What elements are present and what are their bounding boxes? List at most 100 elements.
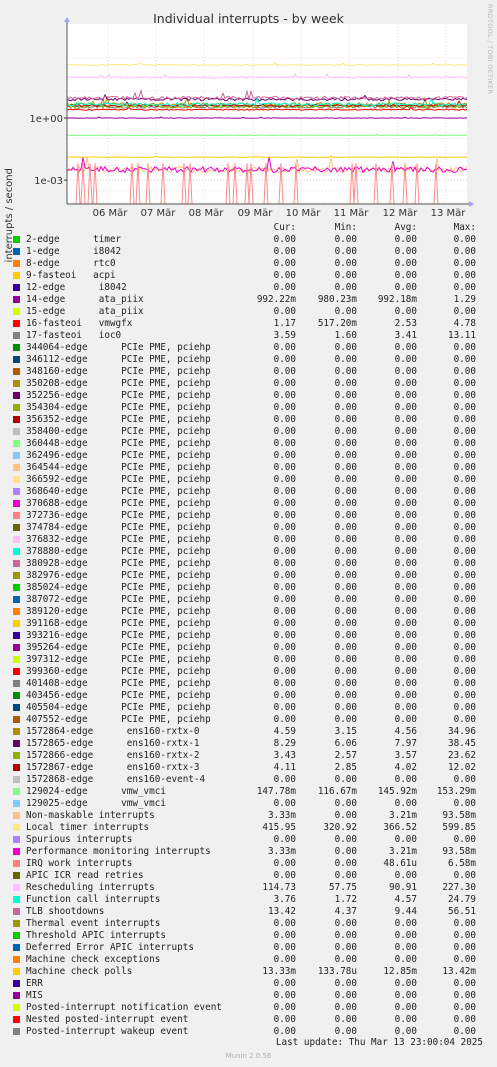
- legend-value-max: 56.51: [448, 906, 476, 917]
- legend-row: 393216-edge PCIe PME, pciehp 0.00 0.00 0.00…: [0, 630, 497, 642]
- legend-swatch: [13, 692, 20, 699]
- legend-value-max: 0.00: [453, 438, 476, 449]
- legend-value-cur: 0.00: [273, 282, 296, 293]
- legend-value-max: 0.00: [453, 774, 476, 785]
- legend-series-name: Machine check exceptions: [26, 954, 161, 965]
- legend-series-name: 364544-edge PCIe PME, pciehp: [26, 462, 211, 473]
- legend-series-name: 9-fasteoi acpi: [26, 270, 116, 281]
- legend-series-name: IRQ work interrupts: [26, 858, 133, 869]
- legend-series-name: 350208-edge PCIe PME, pciehp: [26, 378, 211, 389]
- legend-series-name: 380928-edge PCIe PME, pciehp: [26, 558, 211, 569]
- legend-value-cur: 415.95: [262, 822, 296, 833]
- legend-value-max: 0.00: [453, 630, 476, 641]
- legend-series-name: 391168-edge PCIe PME, pciehp: [26, 618, 211, 629]
- legend-value-cur: 4.11: [273, 762, 296, 773]
- legend-value-cur: 0.00: [273, 870, 296, 881]
- legend-series-name: 129025-edge vmw_vmci: [26, 798, 166, 809]
- legend-value-cur: 0.00: [273, 234, 296, 245]
- legend-value-max: 227.30: [442, 882, 476, 893]
- y-tick-label: 1e+00: [29, 114, 63, 125]
- legend-row: 17-fasteoi ioc0 3.59 1.60 3.41 13.11: [0, 330, 497, 342]
- legend-value-cur: 0.00: [273, 918, 296, 929]
- legend-swatch: [13, 740, 20, 747]
- legend-swatch: [13, 416, 20, 423]
- legend-series-name: MIS: [26, 990, 43, 1001]
- legend-swatch: [13, 332, 20, 339]
- legend-value-max: 153.29m: [436, 786, 476, 797]
- legend-series-name: Performance monitoring interrupts: [26, 846, 211, 857]
- legend-row: Posted-interrupt notification event 0.00 0…: [0, 1002, 497, 1014]
- legend-swatch: [13, 512, 20, 519]
- legend-swatch: [13, 704, 20, 711]
- legend-series-name: APIC ICR read retries: [26, 870, 144, 881]
- x-tick-label: 08 Mär: [189, 208, 225, 219]
- legend-row: 374784-edge PCIe PME, pciehp 0.00 0.00 0.00…: [0, 522, 497, 534]
- legend-series-name: 403456-edge PCIe PME, pciehp: [26, 690, 211, 701]
- legend-value-cur: 0.00: [273, 690, 296, 701]
- legend-value-max: 0.00: [453, 390, 476, 401]
- legend-value-cur: 0.00: [273, 702, 296, 713]
- legend-series-name: 401408-edge PCIe PME, pciehp: [26, 678, 211, 689]
- legend-swatch: [13, 356, 20, 363]
- legend-value-max: 0.00: [453, 270, 476, 281]
- legend-row: Function call interrupts 3.76 1.72 4.57 24.7…: [0, 894, 497, 906]
- legend-value-max: 0.00: [453, 258, 476, 269]
- legend-series-name: 1-edge i8042: [26, 246, 122, 257]
- legend-value-max: 0.00: [453, 378, 476, 389]
- legend-series-name: Local timer interrupts: [26, 822, 150, 833]
- legend-value-max: 0.00: [453, 426, 476, 437]
- legend-value-max: 0.00: [453, 978, 476, 989]
- legend-swatch: [13, 440, 20, 447]
- legend-swatch: [13, 260, 20, 267]
- x-tick-label: 13 Mär: [431, 208, 467, 219]
- legend-value-max: 0.00: [453, 402, 476, 413]
- legend-value-cur: 0.00: [273, 930, 296, 941]
- legend-value-max: 0.00: [453, 954, 476, 965]
- legend-row: 405504-edge PCIe PME, pciehp 0.00 0.00 0.00…: [0, 702, 497, 714]
- legend-value-max: 0.00: [453, 654, 476, 665]
- legend-swatch: [13, 992, 20, 999]
- legend-row: 16-fasteoi vmwgfx 1.17 517.20m 2.53 4.78: [0, 318, 497, 330]
- legend-value-cur: 0.00: [273, 438, 296, 449]
- legend-value-max: 0.00: [453, 930, 476, 941]
- legend-row: Local timer interrupts 415.95 320.92 366.52…: [0, 822, 497, 834]
- legend-value-max: 0.00: [453, 510, 476, 521]
- legend-swatch: [13, 248, 20, 255]
- legend-row: 378880-edge PCIe PME, pciehp 0.00 0.00 0.00…: [0, 546, 497, 558]
- legend-value-max: 0.00: [453, 582, 476, 593]
- legend-value-max: 0.00: [453, 798, 476, 809]
- legend-value-max: 0.00: [453, 834, 476, 845]
- legend-row: 376832-edge PCIe PME, pciehp 0.00 0.00 0.00…: [0, 534, 497, 546]
- legend-swatch: [13, 524, 20, 531]
- legend-value-cur: 3.59: [273, 330, 296, 341]
- legend-swatch: [13, 656, 20, 663]
- legend-series-name: 368640-edge PCIe PME, pciehp: [26, 486, 211, 497]
- legend-row: 382976-edge PCIe PME, pciehp 0.00 0.00 0.00…: [0, 570, 497, 582]
- legend-row: 389120-edge PCIe PME, pciehp 0.00 0.00 0.00…: [0, 606, 497, 618]
- legend-series-name: 376832-edge PCIe PME, pciehp: [26, 534, 211, 545]
- legend-series-name: 395264-edge PCIe PME, pciehp: [26, 642, 211, 653]
- legend-value-max: 0.00: [453, 714, 476, 725]
- legend-value-cur: 0.00: [273, 270, 296, 281]
- legend-row: MIS 0.00 0.00 0.00 0.00: [0, 990, 497, 1002]
- legend-swatch: [13, 860, 20, 867]
- legend-value-cur: 0.00: [273, 474, 296, 485]
- legend-row: 385024-edge PCIe PME, pciehp 0.00 0.00 0.00…: [0, 582, 497, 594]
- legend-swatch: [13, 908, 20, 915]
- legend-value-max: 0.00: [453, 462, 476, 473]
- legend-value-max: 0.00: [453, 618, 476, 629]
- legend-value-max: 0.00: [453, 246, 476, 257]
- legend-swatch: [13, 932, 20, 939]
- legend-value-cur: 0.00: [273, 342, 296, 353]
- legend-value-max: 0.00: [453, 702, 476, 713]
- legend-value-max: 0.00: [453, 666, 476, 677]
- legend-value-cur: 0.00: [273, 510, 296, 521]
- legend-series-name: 1572864-edge ens160-rxtx-0: [26, 726, 200, 737]
- legend-row: 403456-edge PCIe PME, pciehp 0.00 0.00 0.00…: [0, 690, 497, 702]
- legend-value-max: 0.00: [453, 918, 476, 929]
- legend-swatch: [13, 584, 20, 591]
- legend-value-cur: 3.33m: [268, 846, 296, 857]
- legend-value-cur: 147.78m: [256, 786, 296, 797]
- legend-series-name: 8-edge rtc0: [26, 258, 116, 269]
- legend-series-name: 358400-edge PCIe PME, pciehp: [26, 426, 211, 437]
